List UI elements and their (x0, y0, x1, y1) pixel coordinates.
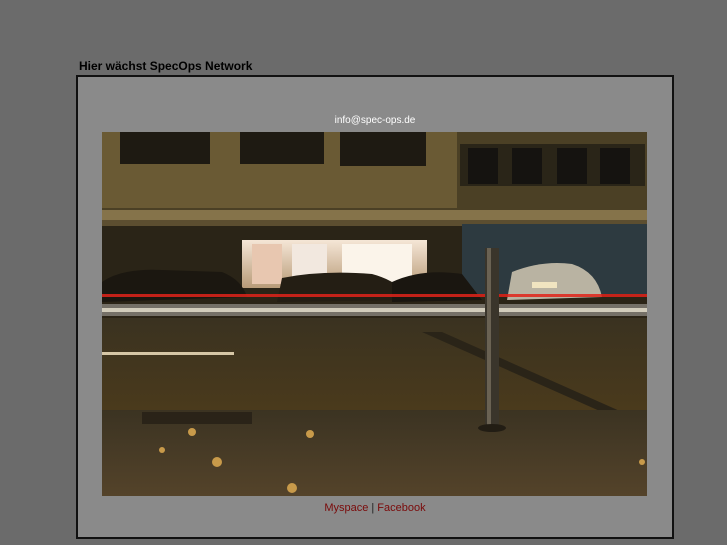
night-street-photo (102, 132, 647, 496)
facebook-link[interactable]: Facebook (377, 502, 425, 514)
page-title: Hier wächst SpecOps Network (79, 59, 253, 73)
myspace-link[interactable]: Myspace (324, 502, 368, 514)
content-frame: info@spec-ops.de Myspace | Facebook (76, 75, 674, 539)
link-separator: | (371, 502, 375, 514)
contact-email: info@spec-ops.de (334, 115, 416, 126)
social-links: Myspace | Facebook (78, 502, 672, 514)
